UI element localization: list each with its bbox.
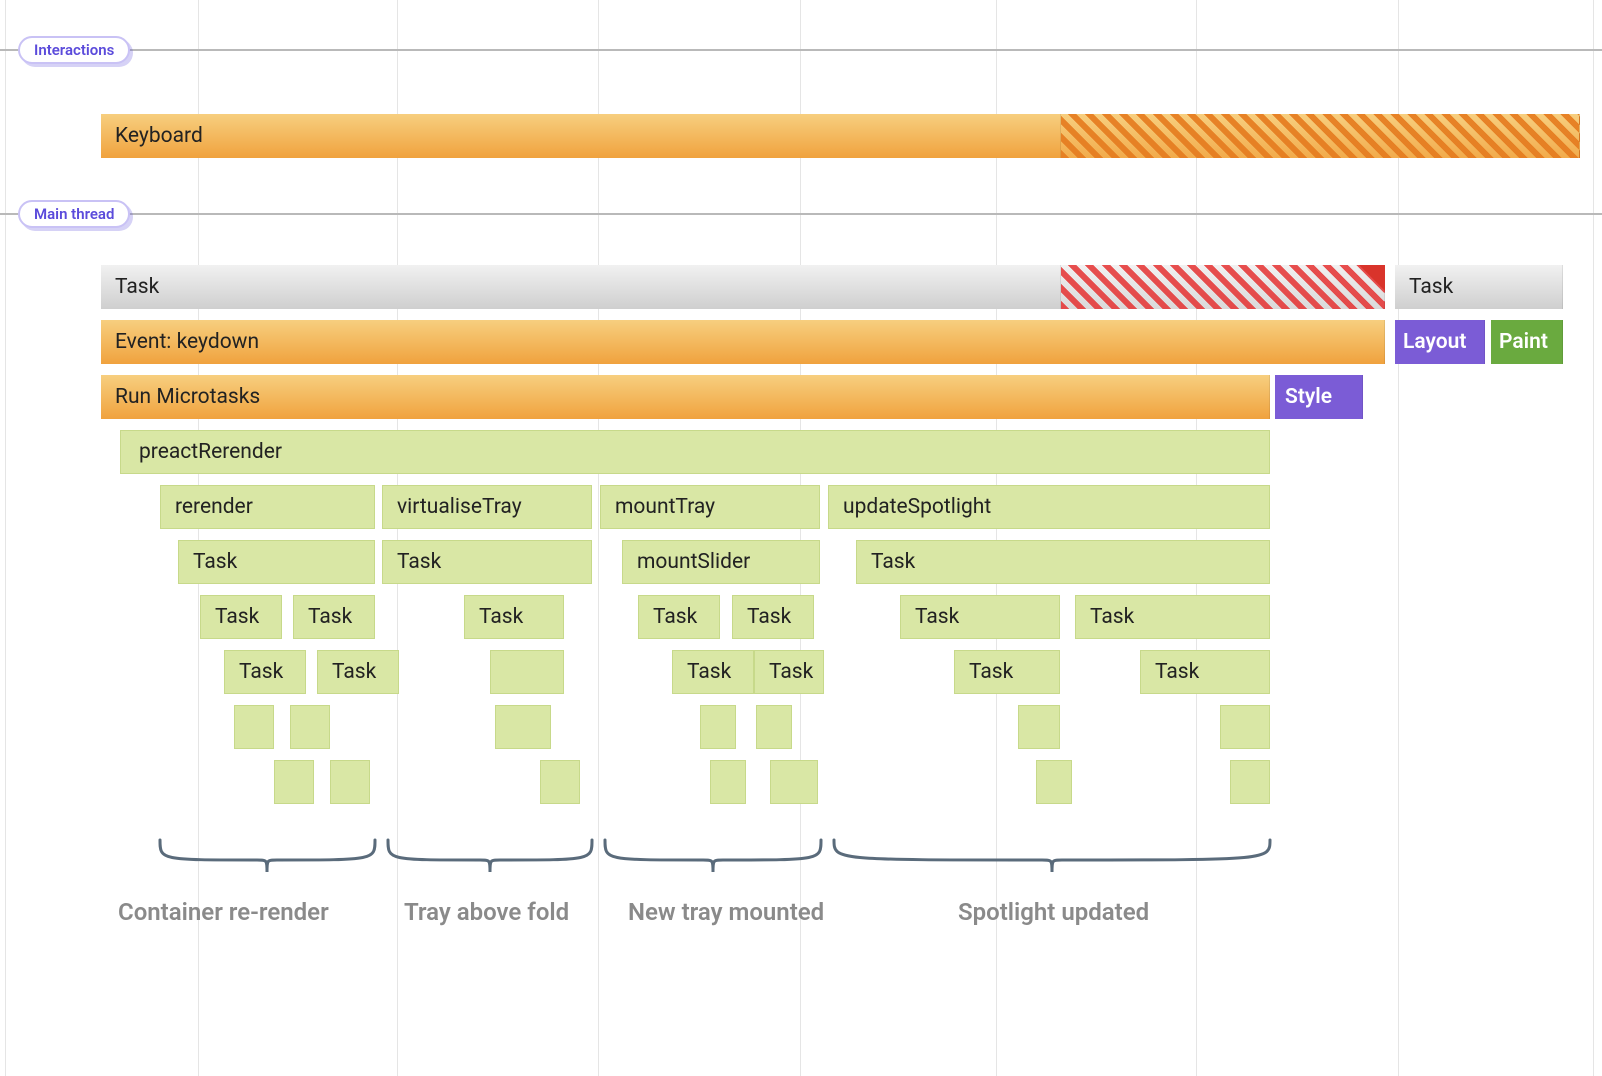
section-label-interactions: Interactions xyxy=(18,36,130,64)
style-bar[interactable]: Style xyxy=(1275,375,1363,419)
run-microtasks-bar[interactable]: Run Microtasks xyxy=(101,375,1270,419)
task-bar[interactable]: Task xyxy=(900,595,1060,639)
preact-rerender-bar[interactable]: preactRerender xyxy=(120,430,1270,474)
event-keydown-bar[interactable]: Event: keydown xyxy=(101,320,1385,364)
update-spotlight-bar[interactable]: updateSpotlight xyxy=(828,485,1270,529)
long-task-marker-icon xyxy=(1359,265,1385,291)
preact-rerender-label: preactRerender xyxy=(139,440,282,464)
layout-bar-label: Layout xyxy=(1403,330,1466,354)
task-bar[interactable]: Task xyxy=(732,595,814,639)
grid-line xyxy=(1593,0,1594,1076)
task-block[interactable] xyxy=(274,760,314,804)
section-divider xyxy=(0,49,1602,51)
caption-new-tray-mounted: New tray mounted xyxy=(628,898,824,926)
virtualise-tray-label: virtualiseTray xyxy=(397,495,522,519)
virtualise-tray-bar[interactable]: virtualiseTray xyxy=(382,485,592,529)
task-block[interactable] xyxy=(1220,705,1270,749)
task-bar[interactable]: Task xyxy=(293,595,375,639)
task-bar[interactable]: Task xyxy=(954,650,1060,694)
brace-icon xyxy=(834,840,1270,880)
task-bar[interactable]: Task xyxy=(856,540,1270,584)
brace-icon xyxy=(605,840,821,880)
task-bar[interactable]: Task xyxy=(672,650,754,694)
task-block[interactable] xyxy=(490,650,564,694)
task-block[interactable] xyxy=(770,760,818,804)
task-bar[interactable]: Task xyxy=(1140,650,1270,694)
task-block[interactable] xyxy=(234,705,274,749)
task-block[interactable] xyxy=(495,705,551,749)
task-bar[interactable]: Task xyxy=(1075,595,1270,639)
task-block[interactable] xyxy=(700,705,736,749)
task-label: Task xyxy=(193,550,237,574)
task-bar-2-label: Task xyxy=(1409,275,1453,299)
task-label: Task xyxy=(653,605,697,629)
caption-tray-above-fold: Tray above fold xyxy=(404,898,569,926)
task-block[interactable] xyxy=(756,705,792,749)
section-divider xyxy=(0,213,1602,215)
task-label: Task xyxy=(969,660,1013,684)
task-label: Task xyxy=(915,605,959,629)
task-bar[interactable]: Task xyxy=(464,595,564,639)
task-label: Task xyxy=(871,550,915,574)
task-label: Task xyxy=(1155,660,1199,684)
task-label: Task xyxy=(332,660,376,684)
grid-line xyxy=(5,0,6,1076)
task-bar[interactable]: Task xyxy=(638,595,720,639)
section-label-main-thread: Main thread xyxy=(18,200,130,228)
task-block[interactable] xyxy=(330,760,370,804)
task-label: Task xyxy=(308,605,352,629)
rerender-label: rerender xyxy=(175,495,253,519)
grid-line xyxy=(598,0,599,1076)
grid-line xyxy=(397,0,398,1076)
task-label: Task xyxy=(239,660,283,684)
task-block[interactable] xyxy=(1230,760,1270,804)
task-bar-2[interactable]: Task xyxy=(1395,265,1563,309)
task-bar[interactable]: Task xyxy=(754,650,824,694)
task-block[interactable] xyxy=(710,760,746,804)
interaction-keyboard-label: Keyboard xyxy=(115,124,203,148)
task-block[interactable] xyxy=(1036,760,1072,804)
update-spotlight-label: updateSpotlight xyxy=(843,495,991,519)
task-label: Task xyxy=(1090,605,1134,629)
task-bar[interactable]: Task xyxy=(317,650,399,694)
task-label: Task xyxy=(397,550,441,574)
event-keydown-label: Event: keydown xyxy=(115,330,259,354)
task-bar[interactable]: Task xyxy=(382,540,592,584)
task-label: Task xyxy=(215,605,259,629)
paint-bar[interactable]: Paint xyxy=(1491,320,1563,364)
caption-spotlight-updated: Spotlight updated xyxy=(958,898,1149,926)
brace-icon xyxy=(388,840,592,880)
mount-tray-label: mountTray xyxy=(615,495,715,519)
brace-icon xyxy=(160,840,375,880)
task-bar[interactable]: Task xyxy=(224,650,306,694)
grid-line xyxy=(1196,0,1197,1076)
task-block[interactable] xyxy=(1018,705,1060,749)
task-label: Task xyxy=(687,660,731,684)
mount-slider-bar[interactable]: mountSlider xyxy=(622,540,820,584)
run-microtasks-label: Run Microtasks xyxy=(115,385,260,409)
flame-chart-timeline: Interactions Keyboard Main thread Task T… xyxy=(0,0,1602,1076)
interaction-keyboard-pending[interactable] xyxy=(1061,114,1580,158)
task-block[interactable] xyxy=(290,705,330,749)
interaction-keyboard[interactable]: Keyboard xyxy=(101,114,1061,158)
grid-line xyxy=(1398,0,1399,1076)
task-bar-label: Task xyxy=(115,275,159,299)
mount-tray-bar[interactable]: mountTray xyxy=(600,485,820,529)
task-bar[interactable]: Task xyxy=(200,595,282,639)
task-bar-long[interactable] xyxy=(1061,265,1385,309)
task-label: Task xyxy=(769,660,813,684)
task-label: Task xyxy=(479,605,523,629)
layout-bar[interactable]: Layout xyxy=(1395,320,1485,364)
task-bar[interactable]: Task xyxy=(101,265,1061,309)
paint-bar-label: Paint xyxy=(1499,330,1548,354)
task-block[interactable] xyxy=(540,760,580,804)
task-bar[interactable]: Task xyxy=(178,540,375,584)
caption-container-rerender: Container re-render xyxy=(118,898,329,926)
rerender-bar[interactable]: rerender xyxy=(160,485,375,529)
mount-slider-label: mountSlider xyxy=(637,550,750,574)
style-bar-label: Style xyxy=(1285,385,1332,409)
task-label: Task xyxy=(747,605,791,629)
